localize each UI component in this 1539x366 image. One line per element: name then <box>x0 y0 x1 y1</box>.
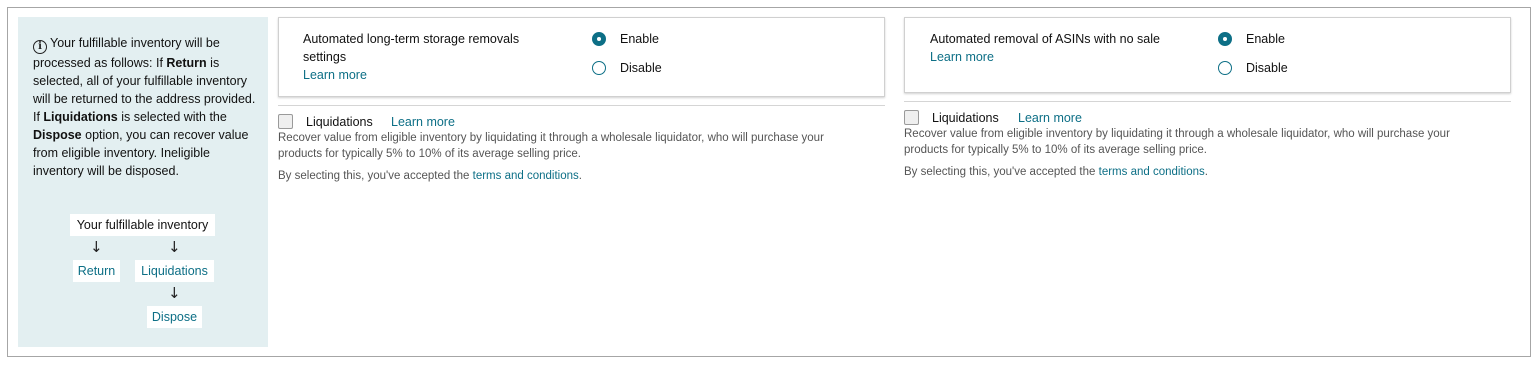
learn-more-link[interactable]: Learn more <box>930 48 1160 66</box>
radio-button-checked[interactable] <box>592 32 606 46</box>
asin-no-sale-title: Automated removal of ASINs with no sale … <box>930 30 1160 66</box>
disable-radio-option[interactable]: Disable <box>592 61 662 75</box>
terms-link[interactable]: terms and conditions <box>1099 166 1205 178</box>
enable-label: Enable <box>1246 32 1285 46</box>
liquidations-description: Recover value from eligible inventory by… <box>278 131 878 162</box>
learn-more-link[interactable]: Learn more <box>303 66 519 84</box>
asin-no-sale-card: Automated removal of ASINs with no sale … <box>904 17 1511 93</box>
arrow-down-icon: ↓ <box>90 238 103 256</box>
liquidations-checkbox[interactable] <box>278 114 293 129</box>
info-text-bold-dispose: Dispose <box>33 128 82 142</box>
radio-button-checked[interactable] <box>1218 32 1232 46</box>
long-term-storage-title: Automated long-term storage removals set… <box>303 30 519 84</box>
enable-radio-option[interactable]: Enable <box>1218 32 1285 46</box>
liquidations-learn-more-link[interactable]: Learn more <box>391 114 455 130</box>
flow-liquidations-box: Liquidations <box>135 260 214 282</box>
divider <box>278 105 885 106</box>
info-text-bold-liquidations: Liquidations <box>43 110 118 124</box>
enable-radio-option[interactable]: Enable <box>592 32 659 46</box>
terms-text: By selecting this, you've accepted the t… <box>278 169 582 184</box>
disable-radio-option[interactable]: Disable <box>1218 61 1288 75</box>
info-text: i Your fulfillable inventory will be proc… <box>33 34 261 180</box>
flow-root-box: Your fulfillable inventory <box>70 214 215 236</box>
disable-label: Disable <box>1246 61 1288 75</box>
radio-button[interactable] <box>1218 61 1232 75</box>
radio-button[interactable] <box>592 61 606 75</box>
terms-suffix: . <box>578 170 582 182</box>
terms-prefix: By selecting this, you've accepted the <box>904 166 1099 178</box>
description-line: products for typically 5% to 10% of its … <box>278 147 581 160</box>
liquidations-label: Liquidations <box>306 115 373 129</box>
description-line: Recover value from eligible inventory by… <box>278 132 824 144</box>
liquidations-checkbox[interactable] <box>904 110 919 125</box>
liquidations-label: Liquidations <box>932 111 999 125</box>
arrow-down-icon: ↓ <box>168 284 181 302</box>
info-icon: i <box>33 40 47 54</box>
description-line: Recover value from eligible inventory by… <box>904 128 1450 140</box>
long-term-storage-card: Automated long-term storage removals set… <box>278 17 885 97</box>
liquidations-learn-more-link[interactable]: Learn more <box>1018 110 1082 126</box>
card-title-line: Automated removal of ASINs with no sale <box>930 32 1160 46</box>
arrow-down-icon: ↓ <box>168 238 181 256</box>
terms-suffix: . <box>1204 166 1208 178</box>
disable-label: Disable <box>620 61 662 75</box>
liquidations-description: Recover value from eligible inventory by… <box>904 127 1504 158</box>
card-title-line: Automated long-term storage removals <box>303 32 520 46</box>
terms-prefix: By selecting this, you've accepted the <box>278 170 473 182</box>
terms-link[interactable]: terms and conditions <box>473 170 579 182</box>
info-text-part: is selected with the <box>117 110 227 124</box>
info-panel: i Your fulfillable inventory will be proc… <box>18 17 268 347</box>
flow-return-box: Return <box>73 260 120 282</box>
terms-text: By selecting this, you've accepted the t… <box>904 165 1208 180</box>
flow-dispose-box: Dispose <box>147 306 202 328</box>
description-line: products for typically 5% to 10% of its … <box>904 143 1207 156</box>
info-text-bold-return: Return <box>166 56 207 70</box>
card-title-line: settings <box>303 50 347 64</box>
divider <box>904 101 1511 102</box>
enable-label: Enable <box>620 32 659 46</box>
